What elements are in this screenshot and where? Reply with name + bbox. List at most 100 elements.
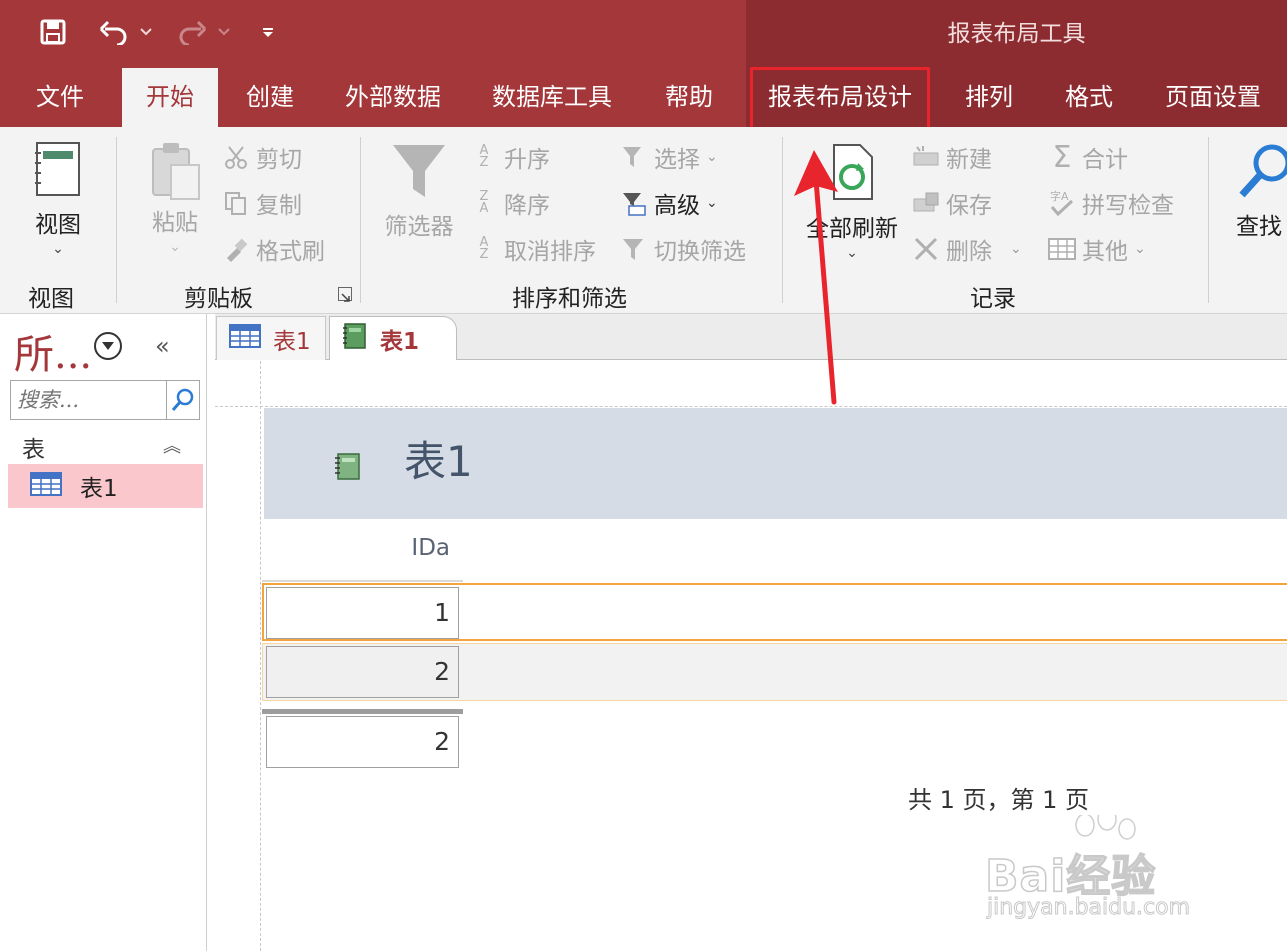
chevron-down-icon: ⌄ [706, 149, 718, 165]
tab-report-layout-design[interactable]: 报表布局设计 [754, 68, 926, 127]
nav-menu-dropdown-icon[interactable] [94, 332, 122, 360]
dialog-launcher-icon[interactable] [338, 287, 352, 302]
cut-button[interactable]: 剪切 [222, 140, 302, 174]
column-header-underline [262, 580, 463, 582]
chevron-up-double-icon[interactable]: ︽ [163, 432, 181, 458]
paste-button[interactable]: 粘贴 ⌄ [140, 139, 210, 255]
sigma-icon: Σ [1052, 139, 1072, 175]
svg-text:字A: 字A [1050, 189, 1069, 203]
chevron-down-icon: ⌄ [169, 239, 181, 255]
save-record-button[interactable]: 保存 [912, 186, 992, 220]
ida-cell[interactable]: 2 [266, 646, 459, 698]
chevron-down-icon: ⌄ [1010, 241, 1022, 257]
tab-page-setup[interactable]: 页面设置 [1148, 68, 1278, 127]
doc-tab-table1[interactable]: 表1 [216, 316, 326, 360]
refresh-icon [833, 144, 873, 200]
format-painter-button[interactable]: 格式刷 [222, 232, 325, 266]
find-button[interactable]: 查找 [1236, 141, 1287, 241]
context-tab-title: 报表布局工具 [947, 21, 1086, 47]
tab-home[interactable]: 开始 [122, 68, 218, 127]
nav-search-input[interactable] [10, 380, 166, 420]
selection-button[interactable]: 选择 ⌄ [620, 140, 718, 174]
selection-filter-icon [620, 143, 648, 171]
report-icon [342, 322, 368, 355]
tab-external-data[interactable]: 外部数据 [330, 68, 456, 127]
total-separator [262, 709, 463, 714]
table-more-icon [1048, 235, 1076, 263]
group-label-view: 视图 [28, 286, 74, 312]
delete-icon [912, 235, 940, 263]
tab-format[interactable]: 格式 [1048, 68, 1130, 127]
copy-icon [222, 189, 250, 217]
report-title[interactable]: 表1 [404, 428, 473, 489]
brush-icon [222, 235, 250, 263]
more-button[interactable]: 其他 ⌄ [1048, 232, 1146, 266]
layout-guide-vertical [260, 361, 261, 951]
totals-button[interactable]: Σ 合计 [1048, 139, 1128, 175]
refresh-all-button[interactable]: 全部刷新 ⌄ [800, 141, 904, 261]
advanced-button[interactable]: 高级 ⌄ [620, 186, 718, 220]
undo-icon[interactable] [94, 14, 134, 50]
layout-guide-horizontal [215, 406, 1287, 407]
delete-record-button[interactable]: 删除 ⌄ [912, 232, 1022, 266]
access-window: 报表布局工具 文件 开始 创建 外部数据 数据库工具 帮助 报表布局设计 排列 … [0, 0, 1287, 951]
spelling-button[interactable]: 字A 拼写检查 [1048, 186, 1174, 220]
spelling-check-icon: 字A [1048, 189, 1076, 217]
search-icon[interactable] [166, 380, 200, 420]
new-record-button[interactable]: 新建 [912, 140, 992, 174]
sort-ascending-button[interactable]: AZ 升序 [470, 140, 550, 174]
group-divider [116, 137, 117, 303]
redo-icon[interactable] [172, 14, 212, 50]
group-divider [1208, 137, 1209, 303]
sort-ascending-icon: AZ [479, 143, 489, 170]
nav-group-header[interactable]: 表 [22, 430, 45, 464]
filter-icon [393, 145, 445, 197]
sort-descending-button[interactable]: ZA 降序 [470, 186, 550, 220]
group-divider [360, 137, 361, 303]
scissors-icon [222, 143, 250, 171]
toggle-filter-button[interactable]: 切换筛选 [620, 232, 746, 266]
advanced-filter-icon [620, 189, 648, 217]
customize-qat-icon[interactable] [256, 14, 280, 50]
view-button[interactable]: 视图 ⌄ [20, 139, 96, 257]
sort-descending-icon: ZA [479, 189, 489, 216]
total-count-cell[interactable]: 2 [266, 716, 459, 768]
view-icon [35, 142, 80, 196]
new-record-icon [912, 143, 940, 171]
column-header-ida[interactable]: IDa [264, 535, 450, 561]
tab-arrange[interactable]: 排列 [948, 68, 1030, 127]
tab-database-tools[interactable]: 数据库工具 [476, 68, 628, 127]
magnifier-icon [1239, 144, 1287, 198]
navigation-pane: 所... « 表 ︽ 表1 [0, 314, 207, 951]
table-icon [30, 472, 62, 500]
collapse-pane-icon[interactable]: « [155, 332, 170, 360]
clear-sort-button[interactable]: AZ 取消排序 [470, 232, 596, 266]
page-number-footer[interactable]: 共 1 页，第 1 页 [908, 780, 1089, 815]
doc-tab-report1[interactable]: 表1 [329, 316, 457, 360]
group-label-clipboard: 剪贴板 [184, 286, 253, 312]
chevron-down-icon: ⌄ [706, 195, 718, 211]
group-label-sort-filter: 排序和筛选 [512, 286, 627, 312]
tab-create[interactable]: 创建 [228, 68, 312, 127]
chevron-down-icon: ⌄ [52, 241, 64, 257]
report-logo-icon[interactable] [334, 452, 362, 484]
toggle-filter-icon [620, 235, 648, 263]
save-record-icon [912, 189, 940, 217]
table-icon [229, 323, 261, 354]
tab-help[interactable]: 帮助 [648, 68, 730, 127]
redo-dropdown-icon[interactable] [214, 14, 234, 50]
clear-sort-icon: AZ [479, 235, 489, 262]
group-divider [782, 137, 783, 303]
ida-cell[interactable]: 1 [266, 587, 459, 639]
filter-button[interactable]: 筛选器 [380, 141, 458, 241]
watermark-url: jingyan.baidu.com [986, 895, 1191, 921]
save-icon[interactable] [34, 14, 72, 50]
paste-icon [152, 143, 200, 200]
nav-item-table1[interactable]: 表1 [8, 464, 203, 508]
ribbon: 视图 ⌄ 视图 粘贴 ⌄ 剪切 复制 格式刷 剪贴板 筛选器 A Z 升序 Z … [0, 127, 1287, 314]
copy-button[interactable]: 复制 [222, 186, 302, 220]
undo-dropdown-icon[interactable] [136, 14, 156, 50]
tab-file[interactable]: 文件 [14, 68, 106, 127]
nav-pane-title[interactable]: 所... [14, 322, 92, 380]
chevron-down-icon: ⌄ [1134, 241, 1146, 257]
